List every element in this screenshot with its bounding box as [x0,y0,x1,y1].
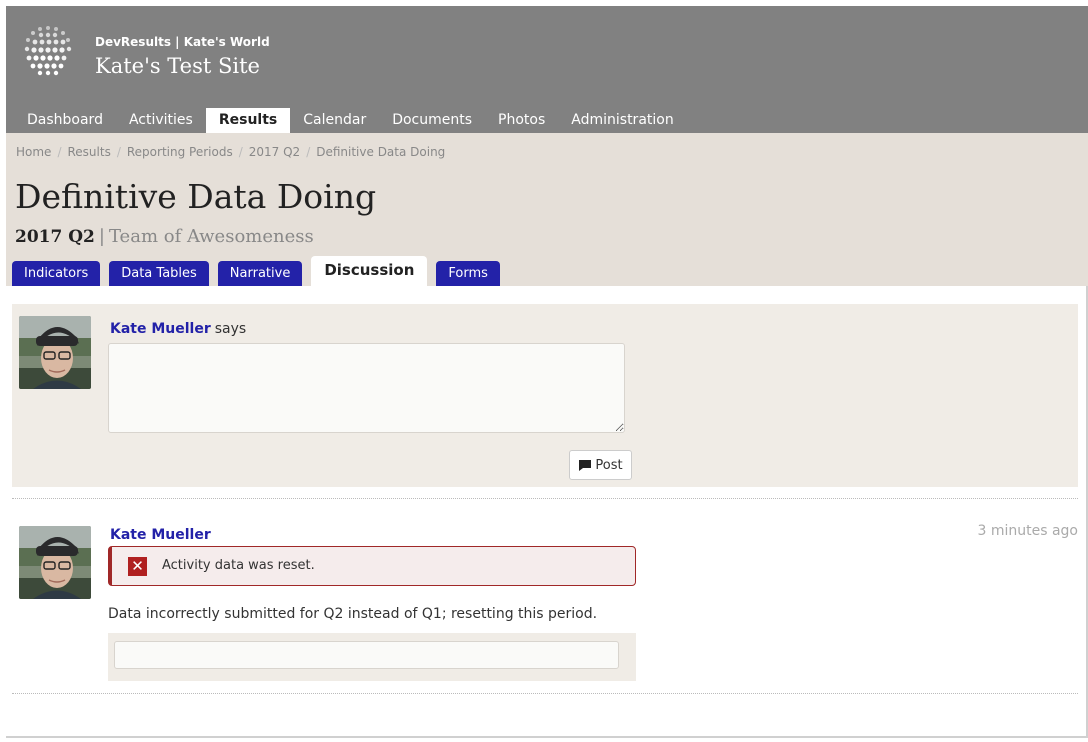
breadcrumb-period[interactable]: 2017 Q2 [249,145,300,159]
divider [12,693,1078,694]
alert-message: Activity data was reset. [162,558,315,573]
reply-input[interactable] [114,641,619,669]
close-x-icon: ✕ [128,557,147,576]
divider [12,498,1078,499]
breadcrumb-reporting-periods[interactable]: Reporting Periods [127,145,233,159]
nav-administration[interactable]: Administration [558,108,686,133]
comment-composer: Kate Mueller says Post [12,304,1078,487]
site-name[interactable]: Kate's Test Site [95,54,260,78]
tab-indicators[interactable]: Indicators [12,261,101,286]
composer-author[interactable]: Kate Mueller says [110,321,246,337]
page-header: Home / Results / Reporting Periods / 201… [6,133,1088,286]
section-tabs: Indicators Data Tables Narrative Discuss… [12,256,509,286]
top-banner: DevResults | Kate's World Kate's Test Si… [6,6,1088,133]
reply-area [108,633,636,681]
avatar [19,316,91,389]
nav-calendar[interactable]: Calendar [290,108,379,133]
breadcrumb-results[interactable]: Results [67,145,110,159]
tab-data-tables[interactable]: Data Tables [109,261,209,286]
nav-results[interactable]: Results [205,108,291,133]
post-button[interactable]: Post [569,450,632,480]
tab-forms[interactable]: Forms [436,261,500,286]
breadcrumb-separator: / [57,145,62,159]
comment-input[interactable] [108,343,625,433]
breadcrumb: Home / Results / Reporting Periods / 201… [16,145,445,159]
nav-photos[interactable]: Photos [485,108,558,133]
discussion-entry: Kate Mueller 3 minutes ago ✕ Activity da… [12,516,1078,696]
post-button-label: Post [595,457,623,473]
team-name: Team of Awesomeness [108,226,314,247]
breadcrumb-separator: / [306,145,311,159]
nav-activities[interactable]: Activities [116,108,206,133]
breadcrumb-separator: / [238,145,243,159]
entry-author[interactable]: Kate Mueller [110,527,211,543]
organization-name: DevResults | Kate's World [95,35,270,49]
breadcrumb-separator: / [116,145,121,159]
tab-discussion[interactable]: Discussion [311,256,428,286]
entry-timestamp: 3 minutes ago [977,523,1078,539]
avatar [19,526,91,599]
devresults-logo-icon[interactable] [20,22,76,78]
breadcrumb-current: Definitive Data Doing [316,145,446,159]
main-nav: Dashboard Activities Results Calendar Do… [14,108,687,133]
tab-narrative[interactable]: Narrative [217,261,303,286]
app-window: DevResults | Kate's World Kate's Test Si… [6,6,1088,738]
subtitle-divider: | [98,226,105,247]
author-name[interactable]: Kate Mueller [110,321,211,337]
nav-documents[interactable]: Documents [379,108,485,133]
entry-body: Data incorrectly submitted for Q2 instea… [108,606,598,622]
says-label: says [214,321,247,337]
period-subtitle: 2017 Q2 | Team of Awesomeness [15,226,314,247]
page-title: Definitive Data Doing [15,177,377,216]
period-label: 2017 Q2 [15,227,95,247]
breadcrumb-home[interactable]: Home [16,145,51,159]
error-alert: ✕ Activity data was reset. [108,546,636,586]
nav-dashboard[interactable]: Dashboard [14,108,116,133]
comment-icon [579,459,592,471]
